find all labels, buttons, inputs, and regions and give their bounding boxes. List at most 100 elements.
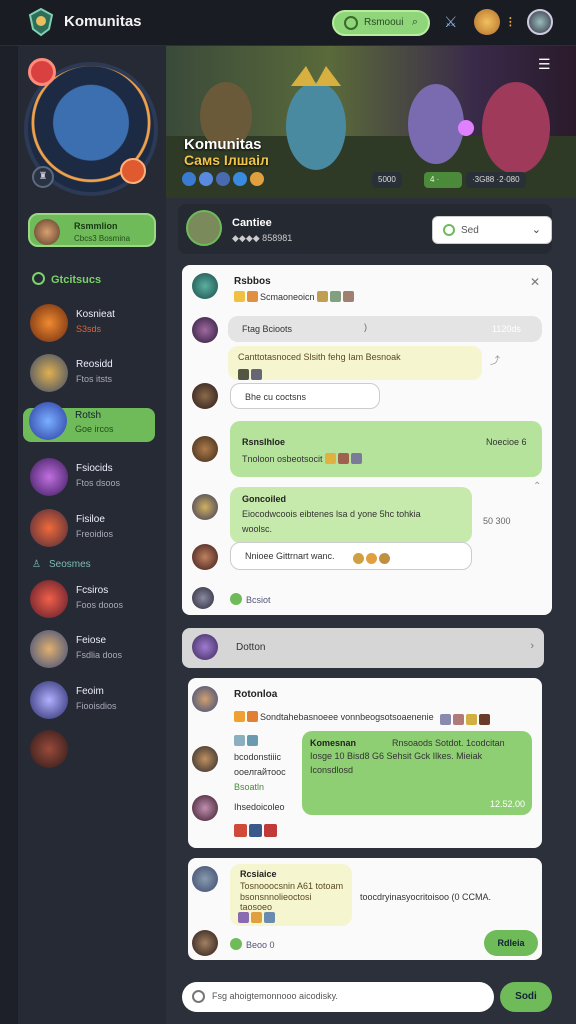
app-title: Komunitas [64, 13, 142, 30]
section-heading[interactable]: ♙ Seosmes [32, 559, 91, 570]
message-text: ооелгайтоос [234, 767, 286, 777]
dropdown-value: Sed [461, 225, 479, 236]
rank-badge-icon: ♜ [32, 166, 54, 188]
friend-item[interactable]: Kosnieat S3sds [30, 302, 160, 346]
friend-status: Freoidios [76, 529, 114, 539]
section-friends-heading[interactable]: Gtcitsucs [32, 272, 101, 286]
channel-avatar [186, 210, 222, 246]
close-icon[interactable]: ✕ [530, 275, 540, 289]
message-bubble: Komesnan Rnsoaods Sotdot. 1codcitan Iosg… [302, 731, 532, 815]
chip-icon [216, 172, 230, 186]
fire-badge-icon [120, 158, 146, 184]
avatar[interactable] [192, 866, 218, 892]
avatar[interactable] [192, 317, 218, 343]
message-time: 12.52.00 [490, 799, 526, 809]
send-button[interactable]: Sodi [500, 982, 552, 1012]
friend-status: S3sds [76, 324, 102, 334]
avatar [30, 630, 68, 668]
friend-item[interactable]: Feoim Fiooisdios [30, 679, 160, 723]
pinned-thread[interactable]: Dotton › [182, 628, 544, 668]
avatar [30, 304, 68, 342]
friend-item[interactable]: Feiose Fsdlia doos [30, 628, 160, 672]
reply-input-text: Ftag Bcioots [242, 324, 293, 334]
avatar[interactable] [192, 436, 218, 462]
friend-status: Goe ircos [75, 424, 114, 434]
avatar[interactable] [192, 383, 218, 409]
friend-status: Ftos dsoos [76, 478, 121, 488]
chat-input-placeholder: Fsg ahoigtemonnooo aicodisky. [212, 991, 338, 1001]
reply-button[interactable]: Bhe cu coctsns [230, 383, 380, 409]
friend-name: Feoim [76, 686, 104, 697]
more-dots-icon[interactable]: ⁝ [508, 13, 513, 31]
share-icon[interactable]: ⤴ [490, 352, 500, 367]
message-author: Rcsiaice [240, 869, 277, 879]
reaction-icons[interactable] [234, 822, 279, 840]
avatar[interactable] [192, 930, 218, 956]
avatar[interactable] [192, 746, 218, 772]
settings-badge-icon[interactable] [28, 58, 56, 86]
post-title: Rotonloa [234, 689, 278, 700]
message-text: Ihsedoicoleo [234, 802, 285, 812]
friend-item[interactable]: Fsiocids Ftos dsoos [30, 456, 160, 500]
hero-title: Komunitas [184, 136, 262, 153]
message-author: Goncoiled [242, 494, 287, 504]
friend-item-partial[interactable] [30, 728, 160, 772]
chevron-down-icon: ⌄ [531, 224, 541, 236]
reply-button[interactable]: Rdleia [484, 930, 538, 956]
chat-input[interactable]: Fsg ahoigtemonnooo aicodisky. [182, 982, 494, 1012]
friend-item[interactable]: Fisiloe Freoidios [30, 507, 160, 551]
friend-item[interactable]: Reosidd Ftos itsts [30, 352, 160, 396]
message-link[interactable]: Bsoatln [234, 782, 264, 792]
hamburger-menu-icon[interactable]: ☰ [538, 56, 558, 72]
avatar[interactable] [192, 494, 218, 520]
filter-icon [443, 224, 455, 236]
friend-name: Feiose [76, 635, 107, 646]
reply-input[interactable]: Ftag Bcioots ) 1120ds [228, 316, 542, 342]
expand-icon[interactable]: ⌃ [533, 481, 541, 492]
message-bubble: Goncoiled Eiocodwcoois eibtenes lsa d yo… [230, 487, 472, 543]
post-text: Sondtahebasnoeee vonnbeogsotsoaenenie [234, 711, 434, 722]
user-name: Rsmmlion [74, 221, 118, 231]
message-text: Iconsdlosd [310, 765, 354, 775]
avatar[interactable] [192, 273, 218, 299]
reply-count: 1120ds [492, 324, 521, 334]
reaction-icons[interactable] [440, 710, 492, 728]
avatar[interactable] [192, 686, 218, 712]
message-input[interactable]: Nnioee Gittrnart wanc. [230, 542, 472, 570]
message-text: Tnoloon osbeotsocit [242, 453, 364, 464]
avatar[interactable] [192, 795, 218, 821]
section-label: Seosmes [48, 559, 91, 570]
friend-name: Kosnieat [76, 309, 115, 320]
profile-avatar[interactable] [527, 9, 553, 35]
friend-item-active[interactable]: Rotsh Goe ircos [23, 402, 155, 442]
section-label: Gtcitsucs [51, 274, 102, 286]
feed-footer[interactable]: Bcsiot [230, 593, 271, 605]
avatar[interactable] [192, 587, 214, 609]
message-author: Rsnslhloe [242, 437, 286, 447]
reaction-icons[interactable] [234, 731, 260, 749]
hero-chips [182, 172, 267, 191]
game-controller-icon[interactable]: ⚔ [444, 13, 457, 31]
chip-icon [250, 172, 264, 186]
channel-info: ◆◆◆◆ 858981 [232, 233, 293, 243]
friend-status: Foos dooos [76, 600, 124, 610]
friend-name: Reosidd [76, 359, 113, 370]
search-icon: ⌕ [411, 16, 418, 28]
avatar [34, 219, 60, 245]
avatar [30, 354, 68, 392]
feed-footer[interactable]: Beoo 0 [230, 938, 275, 950]
search-button[interactable]: Rsmooui ⌕ [332, 10, 430, 36]
filter-dropdown[interactable]: Sed ⌄ [432, 216, 552, 244]
user-status-pill[interactable]: Rsmmlion Cbcs3 Bosmina [28, 213, 156, 247]
message-bubble: Rcsiaice Tosnooocsnin A61 totoam bsonsnn… [230, 864, 352, 926]
chip-icon [199, 172, 213, 186]
avatar [30, 509, 68, 547]
emoji-icon [192, 990, 205, 1003]
hero-subtitle: Caмs Ілшаіл [184, 152, 269, 168]
friend-name: Rotsh [75, 410, 102, 421]
friend-item[interactable]: Fcsiros Foos dooos [30, 578, 160, 622]
status-dot-icon [230, 938, 242, 950]
notification-avatar[interactable] [474, 9, 500, 35]
circle-icon [344, 16, 358, 30]
avatar[interactable] [192, 544, 218, 570]
